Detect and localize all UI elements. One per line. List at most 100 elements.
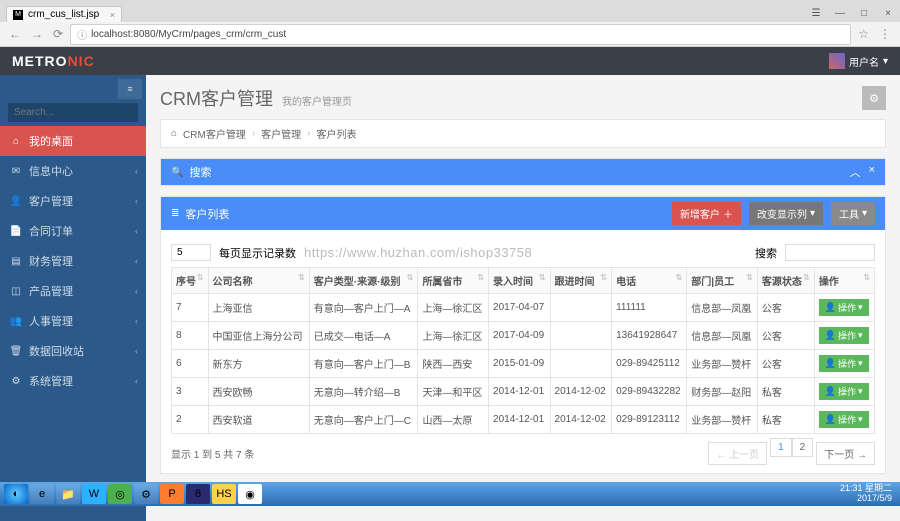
row-action-button[interactable]: 👤操作▾ [819, 383, 869, 400]
col-1[interactable]: 公司名称⇅ [208, 268, 309, 294]
address-bar[interactable]: ⓘ localhost:8080/MyCrm/pages_crm/crm_cus… [70, 24, 851, 45]
user-icon: 👤 [825, 358, 836, 369]
sidebar-item-1[interactable]: ✉信息中心‹ [0, 156, 146, 186]
sidebar-item-label: 财务管理 [29, 253, 73, 269]
sidebar-item-6[interactable]: 👥人事管理‹ [0, 306, 146, 336]
new-customer-button[interactable]: 新增客户＋ [672, 202, 741, 225]
col-6[interactable]: 电话⇅ [612, 268, 687, 294]
sidebar-item-label: 客户管理 [29, 193, 73, 209]
sort-icon: ⇅ [600, 273, 607, 282]
table-search-input[interactable] [785, 244, 875, 261]
col-4[interactable]: 录入时间⇅ [489, 268, 551, 294]
taskbar-app-2[interactable]: ◎ [108, 484, 132, 504]
col-8[interactable]: 客源状态⇅ [757, 268, 814, 294]
pager-next[interactable]: 下一页 → [816, 442, 875, 465]
start-button[interactable]: ◐ [4, 484, 28, 504]
taskbar: ◐ e 📁 W ◎ ⚙ P 8 HS ◉ 21:31 星期二2017/5/9 [0, 482, 900, 506]
page-subtitle: 我的客户管理页 [282, 97, 352, 108]
row-action-button[interactable]: 👤操作▾ [819, 355, 869, 372]
taskbar-app-3[interactable]: ⚙ [134, 484, 158, 504]
tools-button[interactable]: 工具 ▾ [831, 202, 875, 225]
sort-icon: ⇅ [803, 273, 810, 282]
cell-city: 天津—和平区 [418, 378, 489, 406]
taskbar-ie-icon[interactable]: e [30, 484, 54, 504]
cell-name: 西安软道 [208, 406, 309, 434]
star-icon[interactable]: ☆ [855, 27, 872, 41]
menu-toggle[interactable]: ≡ [118, 79, 142, 99]
taskbar-chrome-icon[interactable]: ◉ [238, 484, 262, 504]
sidebar-item-5[interactable]: ◫ 产品管理 ‹ [0, 276, 146, 306]
sidebar-search-input[interactable] [8, 103, 138, 122]
crumb-1[interactable]: 客户管理 [261, 126, 301, 141]
row-action-button[interactable]: 👤操作▾ [819, 299, 869, 316]
cube-icon: ◫ [10, 286, 22, 297]
sidebar-item-8[interactable]: ⚙系统管理‹ [0, 366, 146, 396]
sort-icon: ⇅ [477, 273, 484, 282]
col-2[interactable]: 客户类型·来源·级别⇅ [309, 268, 418, 294]
cell-tel: 029-89425112 [612, 350, 687, 378]
cell-stat: 私客 [757, 406, 814, 434]
sidebar-item-3[interactable]: 📄合同订单‹ [0, 216, 146, 246]
settings-button[interactable]: ⚙ [862, 86, 886, 110]
user-menu[interactable]: 用户名 ▾ [829, 53, 888, 69]
taskbar-app-5[interactable]: 8 [186, 484, 210, 504]
sidebar-item-4[interactable]: ▤财务管理‹ [0, 246, 146, 276]
taskbar-app-1[interactable]: W [82, 484, 106, 504]
cell-follow [550, 322, 612, 350]
system-clock[interactable]: 21:31 星期二2017/5/9 [840, 484, 896, 504]
sidebar-item-2[interactable]: 👤客户管理‹ [0, 186, 146, 216]
col-0[interactable]: 序号⇅ [172, 268, 209, 294]
back-icon[interactable]: ← [6, 27, 24, 41]
pager-page-1[interactable]: 1 [770, 438, 792, 457]
acct-icon[interactable]: ☰ [804, 4, 828, 22]
cell-in: 2017-04-09 [489, 322, 551, 350]
minimize-icon[interactable]: — [828, 4, 852, 22]
row-action-button[interactable]: 👤操作▾ [819, 411, 869, 428]
taskbar-explorer-icon[interactable]: 📁 [56, 484, 80, 504]
cell-city: 陕西—西安 [418, 350, 489, 378]
browser-tab[interactable]: M crm_cus_list.jsp × [6, 6, 122, 22]
col-3[interactable]: 所属省市⇅ [418, 268, 489, 294]
row-action-button[interactable]: 👤操作▾ [819, 327, 869, 344]
plus-icon: ＋ [723, 206, 733, 221]
pager-page-2[interactable]: 2 [792, 438, 814, 457]
close-window-icon[interactable]: × [876, 4, 900, 22]
sidebar-item-7[interactable]: 🗑数据回收站‹ [0, 336, 146, 366]
close-tab-icon[interactable]: × [110, 10, 115, 20]
chevron-left-icon: ‹ [135, 316, 138, 326]
sidebar-item-label: 我的桌面 [29, 133, 73, 149]
pager-prev[interactable]: ← 上一页 [708, 442, 767, 465]
forward-icon[interactable]: → [28, 27, 46, 41]
taskbar-app-6[interactable]: HS [212, 484, 236, 504]
change-columns-button[interactable]: 改变显示列 ▾ [749, 202, 823, 225]
search-panel-header[interactable]: 🔍 搜索 ︿ × [161, 159, 885, 185]
page-size-input[interactable] [171, 244, 211, 261]
taskbar-app-4[interactable]: P [160, 484, 184, 504]
chevron-left-icon: ‹ [135, 196, 138, 206]
col-5[interactable]: 跟进时间⇅ [550, 268, 612, 294]
cell-type: 已成交—电话—A [309, 322, 418, 350]
col-7[interactable]: 部门|员工⇅ [687, 268, 758, 294]
list-icon: ≣ [171, 208, 179, 219]
reload-icon[interactable]: ⟳ [50, 27, 66, 41]
cell-in: 2014-12-01 [489, 378, 551, 406]
cell-name: 上海亚信 [208, 294, 309, 322]
sidebar-item-0[interactable]: ⌂我的桌面 [0, 126, 146, 156]
sidebar-item-label: 产品管理 [29, 283, 73, 299]
collapse-icon[interactable]: ︿ [850, 164, 861, 180]
sidebar-item-label: 信息中心 [29, 163, 73, 179]
cell-stat: 私客 [757, 378, 814, 406]
close-panel-icon[interactable]: × [869, 164, 875, 180]
cell-name: 西安欧畅 [208, 378, 309, 406]
breadcrumb: ⌂ CRM客户管理› 客户管理› 客户列表 [160, 119, 886, 148]
menu-icon[interactable]: ⋮ [876, 27, 894, 41]
maximize-icon[interactable]: □ [852, 4, 876, 22]
sidebar-item-label: 系统管理 [29, 373, 73, 389]
col-9[interactable]: 操作⇅ [814, 268, 874, 294]
chevron-down-icon: ▾ [858, 358, 863, 369]
chevron-left-icon: ‹ [135, 286, 138, 296]
sort-icon: ⇅ [197, 273, 204, 282]
pager-info: 显示 1 到 5 共 7 条 [171, 446, 254, 461]
table-search-label: 搜索 [755, 245, 777, 261]
crumb-0[interactable]: CRM客户管理 [183, 126, 246, 141]
